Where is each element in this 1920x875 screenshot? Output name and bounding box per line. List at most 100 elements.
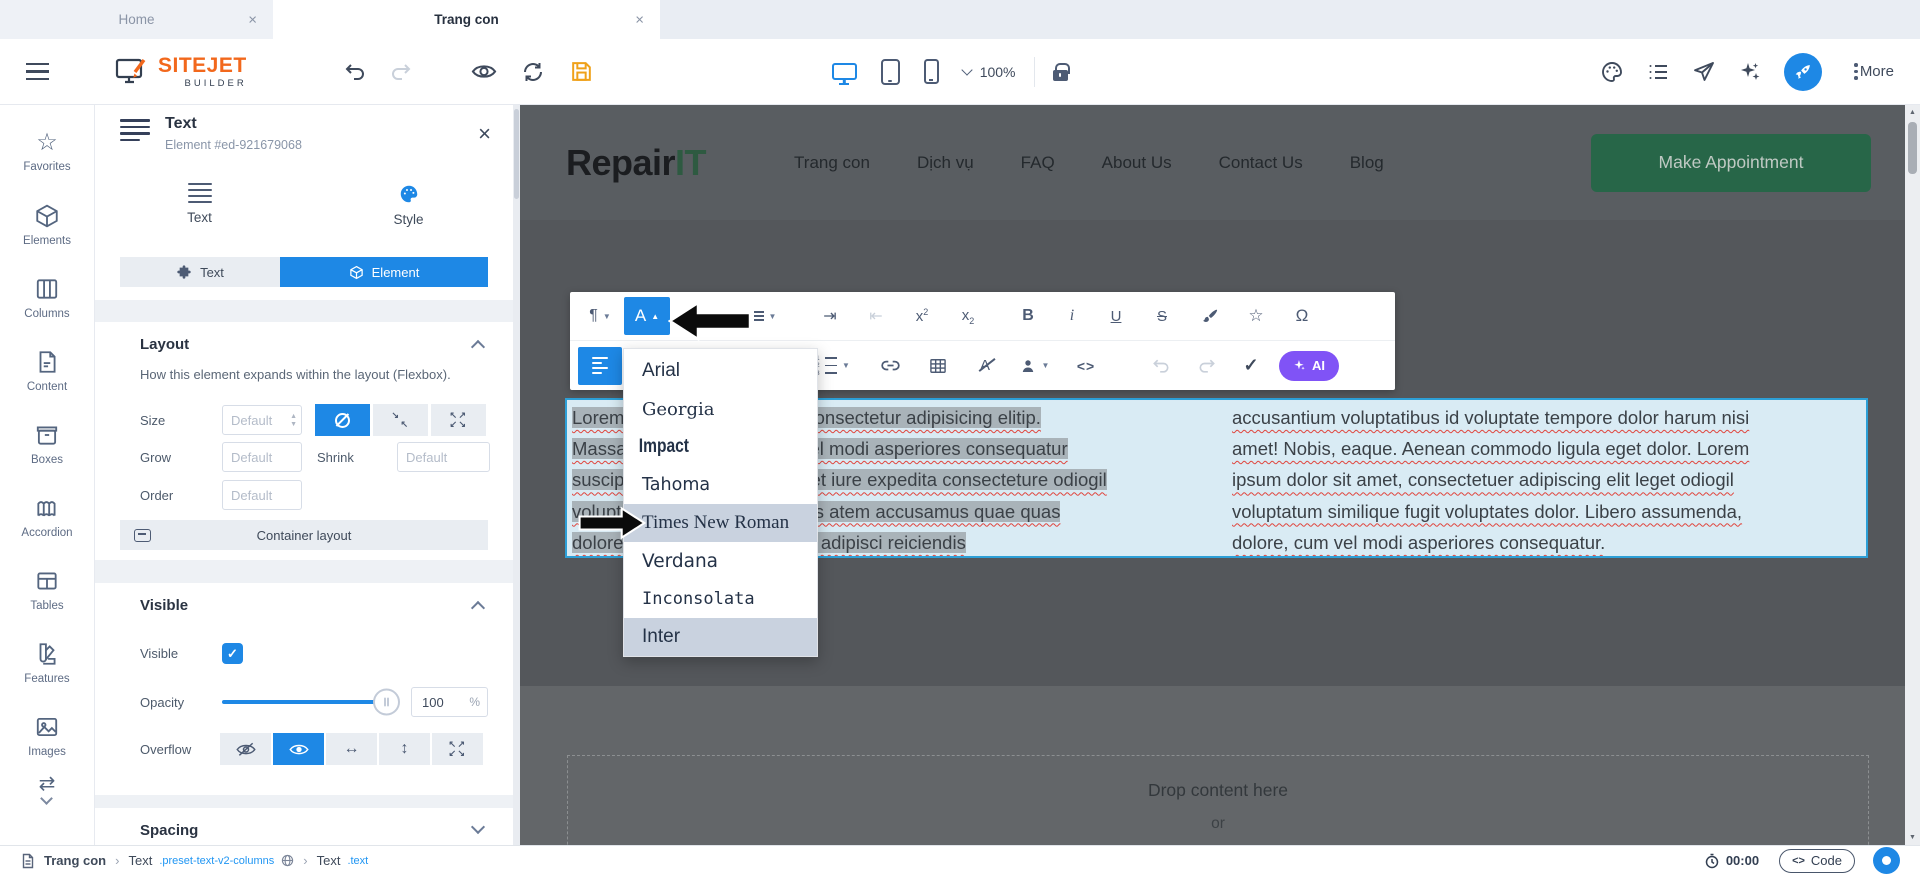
font-option-times-new-roman[interactable]: Times New Roman [624, 504, 817, 542]
text-color-button[interactable] [1186, 297, 1232, 335]
size-grow-button[interactable]: ↖↗↙↘ [431, 404, 486, 436]
make-appointment-button[interactable]: Make Appointment [1591, 134, 1871, 192]
order-input[interactable] [222, 480, 302, 510]
scroll-up-icon[interactable]: ▲ [1909, 105, 1916, 120]
sidebar-item-features[interactable]: Features [0, 626, 94, 699]
zoom-control[interactable]: 100% [963, 64, 1016, 80]
tab-home[interactable]: Home × [0, 0, 273, 39]
redo-button[interactable] [389, 60, 413, 84]
overflow-horizontal-button[interactable]: ↔ [326, 733, 377, 765]
font-option-inconsolata[interactable]: Inconsolata [624, 580, 817, 618]
preview-button[interactable] [471, 62, 497, 81]
tab-trang-con-close-icon[interactable]: × [635, 11, 644, 28]
canvas-scrollbar[interactable]: ▲ ▼ [1905, 105, 1920, 845]
spellcheck-button[interactable]: A [963, 347, 1007, 385]
outdent-button[interactable]: ⇤ [854, 297, 898, 335]
share-button[interactable] [1692, 60, 1716, 84]
publish-button[interactable] [1784, 53, 1822, 91]
site-logo[interactable]: RepairIT [566, 142, 706, 184]
ai-tools-button[interactable] [1738, 60, 1762, 84]
nav-link-trang-con[interactable]: Trang con [794, 153, 870, 173]
shrink-input[interactable] [397, 442, 490, 472]
scrollbar-thumb[interactable] [1908, 122, 1917, 174]
sidebar-item-accordion[interactable]: Accordion [0, 480, 94, 553]
size-shrink-button[interactable]: ↘↖ [373, 404, 428, 436]
more-menu-button[interactable]: More [1844, 63, 1894, 80]
tab-trang-con[interactable]: Trang con × [273, 0, 660, 39]
segment-text[interactable]: Text [120, 257, 280, 287]
editor-undo-button[interactable] [1139, 347, 1183, 385]
font-option-arial[interactable]: Arial [624, 352, 817, 390]
overflow-both-button[interactable]: ↖↗↙↘ [432, 733, 483, 765]
pages-list-button[interactable] [1646, 60, 1670, 84]
sidebar-item-tables[interactable]: Tables [0, 553, 94, 626]
tablet-view-button[interactable] [881, 59, 900, 85]
tab-home-close-icon[interactable]: × [248, 11, 257, 28]
overflow-hidden-button[interactable] [220, 733, 271, 765]
save-button[interactable] [569, 59, 594, 84]
special-character-button[interactable]: Ω [1280, 297, 1324, 335]
italic-button[interactable]: i [1052, 297, 1092, 335]
link-button[interactable] [867, 347, 913, 385]
font-family-button[interactable]: A▲ [624, 297, 670, 335]
favorite-style-button[interactable]: ☆ [1234, 297, 1278, 335]
container-layout-button[interactable]: Container layout [120, 520, 488, 550]
mobile-view-button[interactable] [924, 59, 939, 84]
superscript-button[interactable]: x2 [900, 297, 944, 335]
code-view-button[interactable]: <> Code [1779, 849, 1855, 873]
opacity-slider-handle[interactable] [373, 689, 400, 716]
opacity-slider[interactable] [222, 700, 380, 704]
breadcrumb-class-2[interactable]: .text [347, 855, 368, 867]
rail-more[interactable]: ⇄ [39, 774, 56, 803]
sidebar-item-favorites[interactable]: ☆ Favorites [0, 115, 94, 188]
grow-input[interactable] [222, 442, 302, 472]
panel-scrollbar[interactable] [514, 109, 519, 199]
nav-link-faq[interactable]: FAQ [1021, 153, 1055, 173]
paragraph-format-button[interactable]: ¶▼ [578, 297, 622, 335]
font-option-tahoma[interactable]: Tahoma [624, 466, 817, 504]
refresh-button[interactable] [521, 60, 545, 84]
font-option-georgia[interactable]: Georgia [624, 390, 817, 428]
segment-element[interactable]: Element [280, 257, 488, 287]
tab-style[interactable]: Style [304, 175, 513, 227]
strikethrough-button[interactable]: S [1140, 297, 1184, 335]
overflow-visible-button[interactable] [273, 733, 324, 765]
indent-button[interactable]: ⇥ [808, 297, 852, 335]
panel-close-icon[interactable]: × [478, 121, 491, 147]
subscript-button[interactable]: x2 [946, 297, 990, 335]
main-menu-button[interactable] [26, 63, 49, 80]
drop-content-zone[interactable]: Drop content here or [567, 755, 1869, 845]
source-code-button[interactable]: <> [1061, 347, 1111, 385]
font-option-inter[interactable]: Inter [624, 618, 817, 656]
sidebar-item-boxes[interactable]: Boxes [0, 407, 94, 480]
spacing-expand-icon[interactable] [471, 820, 485, 834]
font-option-impact[interactable]: Impact [624, 428, 782, 466]
sidebar-item-images[interactable]: Images [0, 699, 94, 772]
nav-link-about-us[interactable]: About Us [1102, 153, 1172, 173]
ai-assistant-button[interactable]: AI [1279, 351, 1339, 381]
nav-link-dich-vu[interactable]: Dịch vụ [917, 153, 974, 173]
align-left-button[interactable] [578, 347, 622, 385]
nav-link-blog[interactable]: Blog [1350, 153, 1384, 173]
nav-link-contact-us[interactable]: Contact Us [1219, 153, 1303, 173]
size-none-button[interactable] [315, 404, 370, 436]
confirm-button[interactable]: ✓ [1231, 347, 1271, 385]
sidebar-item-elements[interactable]: Elements [0, 188, 94, 261]
tab-text[interactable]: Text [95, 175, 304, 227]
visible-collapse-icon[interactable] [471, 601, 485, 615]
lock-button[interactable] [1053, 63, 1068, 81]
breadcrumb-class-1[interactable]: .preset-text-v2-columns [159, 855, 274, 867]
editor-redo-button[interactable] [1185, 347, 1229, 385]
underline-button[interactable]: U [1094, 297, 1138, 335]
breadcrumb-page[interactable]: Trang con [44, 853, 106, 868]
design-settings-button[interactable] [1600, 60, 1624, 84]
bold-button[interactable]: B [1006, 297, 1050, 335]
size-stepper[interactable]: ▲▼ [290, 413, 297, 428]
undo-button[interactable] [343, 60, 367, 84]
desktop-view-button[interactable] [832, 63, 857, 80]
visible-checkbox[interactable]: ✓ [222, 643, 243, 664]
sidebar-item-content[interactable]: Content [0, 334, 94, 407]
layout-collapse-icon[interactable] [471, 340, 485, 354]
font-option-verdana[interactable]: Verdana [624, 542, 817, 580]
personalization-button[interactable]: ▼ [1009, 347, 1059, 385]
